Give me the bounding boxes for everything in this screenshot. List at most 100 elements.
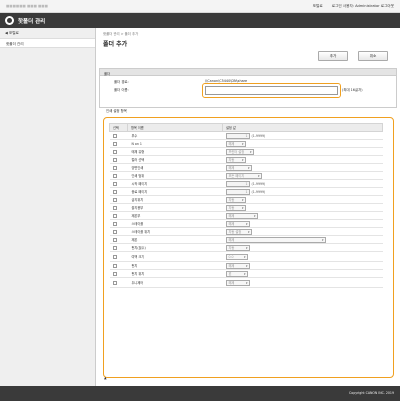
row-select-checkbox[interactable] — [112, 221, 117, 226]
settings-row: N on 1 해제 — [109, 139, 383, 148]
row-select-dropdown[interactable]: 자동 설정 — [225, 228, 252, 235]
row-item-name: 컬러 선택 — [127, 155, 223, 164]
row-select-checkbox[interactable] — [112, 237, 117, 242]
add-button[interactable]: 추가 — [318, 51, 348, 61]
app-header: 핫폴더 관리 — [0, 13, 400, 28]
row-select-checkbox[interactable] — [112, 141, 117, 146]
row-setting-value: 모든 페이지 — [222, 171, 383, 180]
row-setting-value: 자동 — [222, 195, 383, 204]
row-item-name: 매체 유형 — [127, 147, 223, 156]
top-bar: ■■■■■■ ■■■ ■■■ 포털로 로그인 사용자: Administrato… — [0, 0, 400, 13]
settings-row: 제본부 해제 — [109, 211, 383, 220]
row-select-checkbox[interactable] — [112, 213, 117, 218]
row-select-checkbox[interactable] — [112, 133, 117, 138]
row-select-dropdown[interactable]: 해제 — [225, 236, 326, 243]
folder-name-hint: (최대 16글자) — [342, 88, 363, 92]
row-select-cell — [109, 203, 128, 212]
sidebar: ◀ 포털로 핫폴더 관리 — [0, 28, 96, 386]
row-select-dropdown[interactable]: 모든 페이지 — [225, 172, 262, 179]
folder-name-label: 폴더 이름: — [114, 88, 129, 92]
row-select-cell — [109, 131, 128, 140]
cancel-button[interactable]: 취소 — [358, 51, 388, 61]
row-number-input[interactable]: 1 — [225, 188, 250, 195]
folder-section: 폴더 폴더 경로: \\Canon\C5440\DN\share 폴더 이름: … — [99, 68, 397, 108]
row-select-checkbox[interactable] — [112, 271, 117, 276]
row-select-checkbox[interactable] — [112, 181, 117, 186]
row-select-checkbox[interactable] — [112, 149, 117, 154]
back-to-top-link[interactable]: ▲ — [104, 376, 107, 380]
row-setting-value: 자동 — [222, 203, 383, 212]
row-select-checkbox[interactable] — [112, 157, 117, 162]
row-setting-value: 1 (1-9999) — [222, 187, 383, 196]
back-to-portal-link[interactable]: ◀ 포털로 — [5, 31, 19, 36]
row-range-text: (1-9999) — [251, 189, 266, 194]
settings-row: 시작 페이지 1 (1-9999) — [109, 179, 383, 188]
row-item-name: 펀치 위치 — [127, 269, 223, 278]
sidebar-item-hotfolder[interactable]: 핫폴더 관리 — [0, 38, 95, 48]
print-settings-table: 선택 항목 이름 설정 값 부수1(1-9999)N on 1해제매체 유형프린… — [109, 123, 383, 288]
row-setting-value: 해제 — [222, 261, 383, 270]
row-select-checkbox[interactable] — [112, 254, 117, 259]
settings-row: 매체 유형 프린터 설정 — [109, 147, 383, 156]
row-setting-value: 해제 — [222, 235, 383, 244]
row-select-dropdown[interactable]: 해제 — [225, 164, 252, 171]
row-select-checkbox[interactable] — [112, 197, 117, 202]
copyright-text: Copyright CANON INC. 2019 — [349, 391, 394, 395]
folder-name-highlight — [202, 83, 341, 98]
row-select-dropdown[interactable]: 해제 — [225, 140, 246, 147]
row-select-dropdown[interactable]: 자동 — [225, 244, 250, 251]
folder-path-label: 폴더 경로: — [114, 80, 129, 84]
row-item-name: N on 1 — [127, 139, 223, 148]
row-setting-value: 자동 — [222, 155, 383, 164]
row-setting-value: 프린터 설정 — [222, 147, 383, 156]
row-range-text: (1-9999) — [251, 133, 266, 138]
row-select-checkbox[interactable] — [112, 205, 117, 210]
row-select-checkbox[interactable] — [112, 263, 117, 268]
row-select-cell — [109, 219, 128, 228]
row-select-dropdown[interactable]: 자동 — [225, 196, 246, 203]
row-select-dropdown[interactable]: 0.0 — [225, 253, 248, 260]
settings-row: 컬러 선택 자동 — [109, 155, 383, 164]
portal-link[interactable]: 포털로 — [313, 4, 323, 8]
settings-body: 부수1(1-9999)N on 1해제매체 유형프린터 설정컬러 선택자동양면인… — [109, 131, 383, 288]
row-item-name: 양면인쇄 — [127, 163, 223, 172]
row-select-cell — [109, 227, 128, 236]
col-header-value: 설정 값 — [222, 123, 383, 132]
row-select-cell — [109, 235, 128, 244]
row-select-dropdown[interactable]: 자동 — [225, 156, 246, 163]
row-setting-value: 해제 — [222, 163, 383, 172]
app-logo-icon — [5, 16, 14, 25]
settings-row: 펀치 해제 — [109, 261, 383, 270]
row-select-checkbox[interactable] — [112, 173, 117, 178]
row-select-checkbox[interactable] — [112, 229, 117, 234]
row-select-dropdown[interactable]: 해제 — [225, 212, 258, 219]
row-select-cell — [109, 251, 128, 262]
row-setting-value: 해제 — [222, 139, 383, 148]
login-user-text[interactable]: 로그인 사용자: Administrator 로그아웃 — [332, 4, 394, 8]
row-select-checkbox[interactable] — [112, 245, 117, 250]
row-select-dropdown[interactable]: 프린터 설정 — [225, 148, 254, 155]
row-select-checkbox[interactable] — [112, 280, 117, 285]
row-item-name: 스테이플 — [127, 219, 223, 228]
row-select-checkbox[interactable] — [112, 165, 117, 170]
folder-section-header: 폴더 — [100, 69, 396, 76]
row-select-cell — [109, 155, 128, 164]
settings-row: 제본 해제 — [109, 235, 383, 244]
row-setting-value: 자동 — [222, 243, 383, 252]
row-select-cell — [109, 163, 128, 172]
app-title: 핫폴더 관리 — [18, 19, 46, 25]
row-select-dropdown[interactable]: 해제 — [225, 262, 250, 269]
row-item-name: 펀치(횟수) — [127, 243, 223, 252]
row-select-dropdown[interactable]: 해제 — [225, 220, 250, 227]
row-item-name: 부수 — [127, 131, 223, 140]
settings-row: 급지위치 자동 — [109, 195, 383, 204]
row-select-checkbox[interactable] — [112, 189, 117, 194]
row-select-dropdown[interactable]: 자동 — [225, 204, 246, 211]
row-select-cell — [109, 171, 128, 180]
row-select-dropdown[interactable]: 해제 — [225, 279, 250, 286]
row-number-input[interactable]: 1 — [225, 180, 250, 187]
row-item-name: 여백 크기 — [127, 251, 223, 262]
row-item-name: 종료 페이지 — [127, 187, 223, 196]
row-number-input[interactable]: 1 — [225, 132, 250, 139]
row-select-dropdown[interactable]: 왼 — [225, 270, 248, 277]
